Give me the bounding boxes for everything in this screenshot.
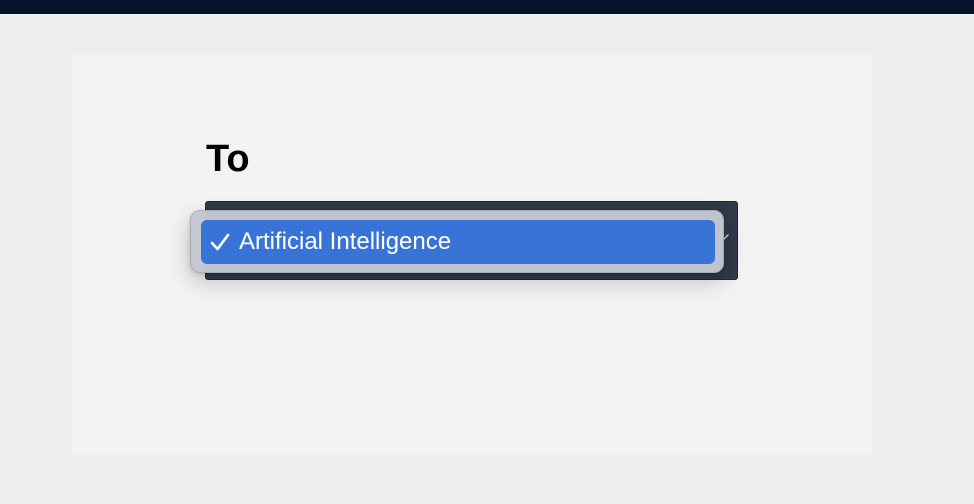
field-label-to: To [206,138,250,180]
dropdown-option-artificial-intelligence[interactable]: Artificial Intelligence [201,220,715,264]
dropdown-option-label: Artificial Intelligence [239,228,452,255]
check-icon [210,233,230,251]
top-bar [0,0,974,14]
dropdown-popup: Artificial Intelligence [190,210,724,273]
